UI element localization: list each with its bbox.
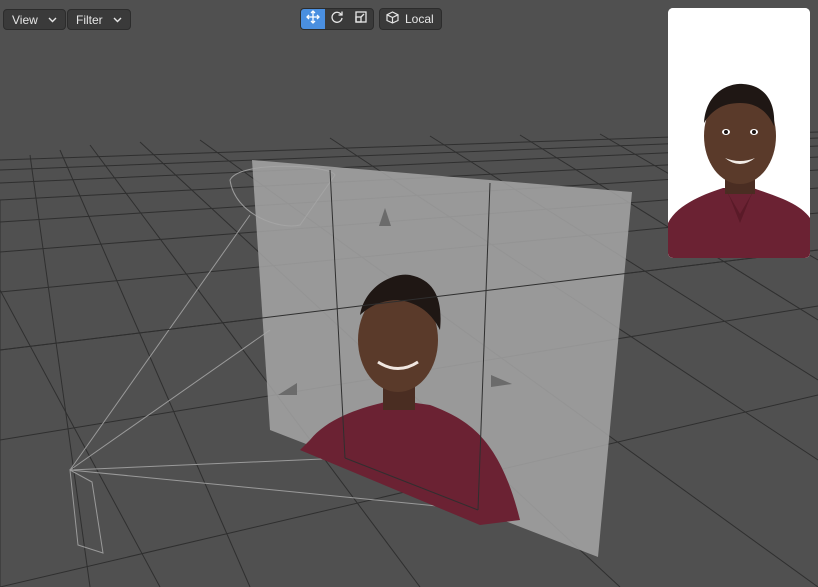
local-space-label: Local [405, 12, 434, 26]
camera-preview [668, 8, 810, 258]
cube-icon [386, 11, 399, 27]
move-arrows-icon [306, 9, 320, 29]
chevron-down-icon [48, 15, 57, 24]
scale-icon [354, 10, 368, 29]
view-dropdown-label: View [12, 12, 38, 27]
transform-tools [300, 8, 374, 30]
rotate-icon [330, 10, 344, 29]
scale-tool-button[interactable] [349, 9, 373, 29]
preview-portrait [668, 8, 810, 258]
view-dropdown[interactable]: View [3, 9, 66, 30]
chevron-down-icon [113, 15, 122, 24]
filter-dropdown[interactable]: Filter [67, 9, 131, 30]
rotate-tool-button[interactable] [325, 9, 349, 29]
local-space-button[interactable]: Local [379, 8, 442, 30]
move-tool-button[interactable] [301, 9, 325, 29]
filter-dropdown-label: Filter [76, 12, 103, 27]
